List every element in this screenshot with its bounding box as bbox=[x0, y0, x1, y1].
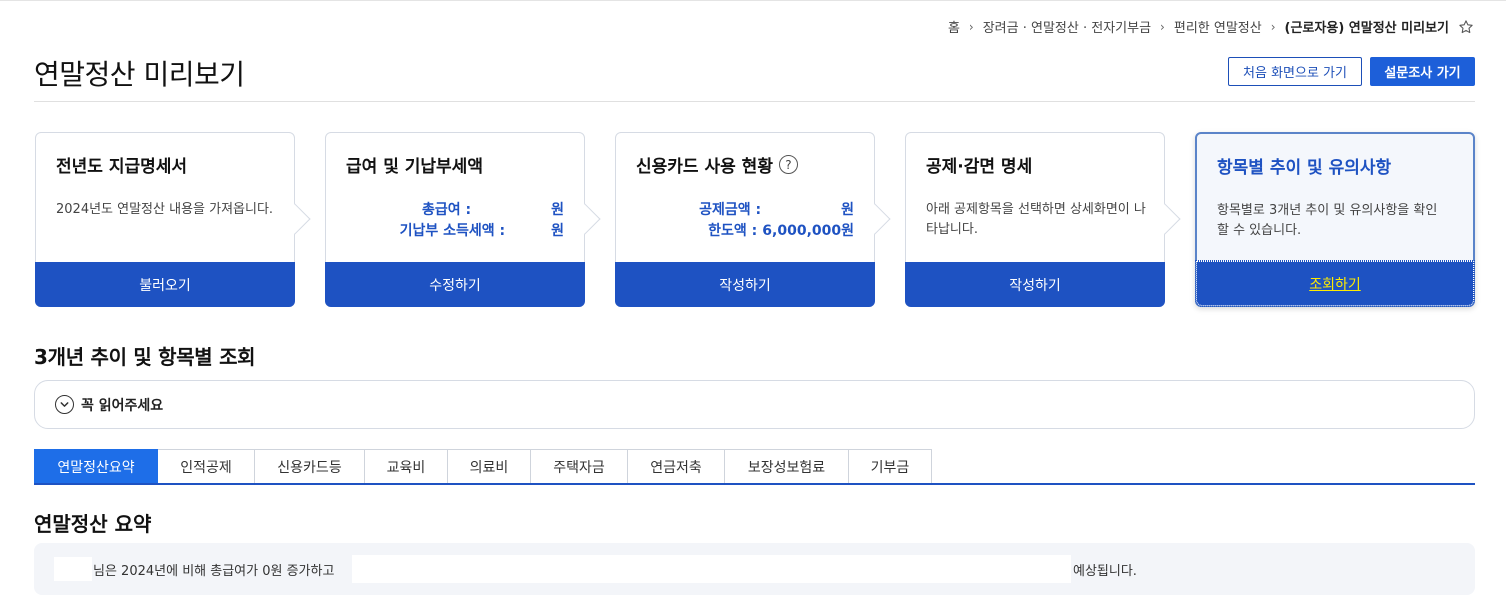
step-arrow-icon bbox=[279, 203, 311, 235]
tab-personal-deduction[interactable]: 인적공제 bbox=[158, 449, 255, 484]
write-button[interactable]: 작성하기 bbox=[905, 262, 1165, 307]
breadcrumb-item-easy-settlement[interactable]: 편리한 연말정산 bbox=[1174, 17, 1262, 36]
currency-unit: 원 bbox=[551, 202, 564, 218]
card-title-text: 신용카드 사용 현황 bbox=[636, 157, 773, 177]
masked-value bbox=[505, 223, 552, 240]
prepaid-tax-label: 기납부 소득세액 : bbox=[399, 223, 506, 239]
help-icon[interactable]: ? bbox=[778, 155, 798, 174]
masked-value bbox=[471, 202, 552, 219]
survey-button[interactable]: 설문조사 가기 bbox=[1370, 57, 1475, 86]
edit-button[interactable]: 수정하기 bbox=[325, 262, 585, 307]
category-tabs: 연말정산요약 인적공제 신용카드등 교육비 의료비 주택자금 연금저축 보장성보… bbox=[34, 449, 932, 484]
tab-underline bbox=[34, 483, 1475, 485]
chevron-down-icon bbox=[55, 395, 74, 414]
limit-value: 6,000,000원 bbox=[762, 223, 854, 239]
tab-pension-savings[interactable]: 연금저축 bbox=[628, 449, 725, 484]
tab-summary[interactable]: 연말정산요약 bbox=[34, 449, 158, 484]
tab-housing[interactable]: 주택자금 bbox=[531, 449, 628, 484]
card-description: 항목별로 3개년 추이 및 유의사항을 확인할 수 있습니다. bbox=[1217, 203, 1438, 238]
card-title: 급여 및 기납부세액 bbox=[346, 157, 483, 177]
top-border bbox=[0, 0, 1506, 3]
masked-detail bbox=[352, 555, 1071, 583]
breadcrumb-separator: › bbox=[1270, 19, 1276, 34]
inquiry-button-label: 조회하기 bbox=[1309, 276, 1361, 293]
step-card-salary: 급여 및 기납부세액 총급여 : 원 기납부 소득세액 : 원 수정하기 bbox=[325, 132, 601, 307]
tab-insurance[interactable]: 보장성보험료 bbox=[725, 449, 849, 484]
inquiry-button[interactable]: 조회하기 bbox=[1195, 260, 1475, 307]
go-home-button[interactable]: 처음 화면으로 가기 bbox=[1228, 57, 1362, 86]
load-button[interactable]: 불러오기 bbox=[35, 262, 295, 307]
step-arrow-icon bbox=[1149, 203, 1181, 235]
currency-unit: 원 bbox=[551, 223, 564, 239]
tab-education[interactable]: 교육비 bbox=[365, 449, 448, 484]
tab-donation[interactable]: 기부금 bbox=[849, 449, 932, 484]
currency-unit: 원 bbox=[841, 202, 854, 218]
card-description: 2024년도 연말정산 내용을 가져옵니다. bbox=[56, 202, 274, 217]
step-card-credit-card: 신용카드 사용 현황 ? 공제금액 : 원 한도액 : 6,000,000원 작… bbox=[615, 132, 891, 307]
step-card-prev-year: 전년도 지급명세서 2024년도 연말정산 내용을 가져옵니다. 불러오기 bbox=[35, 132, 311, 307]
step-card-deduction: 공제·감면 명세 아래 공제항목을 선택하면 상세화면이 나타납니다. 작성하기 bbox=[905, 132, 1181, 307]
masked-name bbox=[54, 557, 92, 581]
limit-label: 한도액 : bbox=[708, 223, 758, 239]
breadcrumb-item-incentive[interactable]: 장려금 · 연말정산 · 전자기부금 bbox=[983, 17, 1151, 36]
step-arrow-icon bbox=[859, 203, 891, 235]
credit-card-values: 공제금액 : 원 한도액 : 6,000,000원 bbox=[699, 200, 854, 242]
card-title: 항목별 추이 및 유의사항 bbox=[1217, 158, 1392, 178]
step-card-trends: 항목별 추이 및 유의사항 항목별로 3개년 추이 및 유의사항을 확인할 수 … bbox=[1195, 132, 1475, 307]
card-title: 전년도 지급명세서 bbox=[56, 157, 188, 177]
summary-title: 연말정산 요약 bbox=[34, 512, 152, 536]
salary-values: 총급여 : 원 기납부 소득세액 : 원 bbox=[400, 200, 564, 242]
breadcrumb-separator: › bbox=[968, 19, 974, 34]
deduction-amount-label: 공제금액 : bbox=[699, 202, 762, 218]
masked-value bbox=[761, 202, 842, 219]
tab-medical[interactable]: 의료비 bbox=[448, 449, 531, 484]
summary-box: 님은 2024년에 비해 총급여가 0원 증가하고 예상됩니다. bbox=[34, 543, 1475, 595]
summary-text-1: 님은 2024년에 비해 총급여가 0원 증가하고 bbox=[93, 564, 335, 579]
breadcrumb: 홈 › 장려금 · 연말정산 · 전자기부금 › 편리한 연말정산 › (근로자… bbox=[948, 17, 1474, 36]
star-icon[interactable] bbox=[1458, 19, 1474, 35]
breadcrumb-separator: › bbox=[1160, 19, 1165, 34]
step-arrow-icon bbox=[569, 203, 601, 235]
page-title: 연말정산 미리보기 bbox=[34, 58, 245, 91]
breadcrumb-home[interactable]: 홈 bbox=[948, 17, 960, 36]
notice-accordion[interactable]: 꼭 읽어주세요 bbox=[34, 380, 1475, 429]
summary-text-2: 예상됩니다. bbox=[1073, 564, 1137, 579]
section-title: 3개년 추이 및 항목별 조회 bbox=[34, 345, 256, 369]
title-divider bbox=[34, 101, 1475, 102]
card-title: 신용카드 사용 현황 ? bbox=[636, 152, 798, 177]
total-salary-label: 총급여 : bbox=[421, 202, 472, 218]
notice-label: 꼭 읽어주세요 bbox=[81, 397, 164, 414]
breadcrumb-current: (근로자용) 연말정산 미리보기 bbox=[1284, 21, 1449, 36]
tab-credit-card[interactable]: 신용카드등 bbox=[255, 449, 365, 484]
card-description: 아래 공제항목을 선택하면 상세화면이 나타납니다. bbox=[926, 202, 1146, 237]
write-button[interactable]: 작성하기 bbox=[615, 262, 875, 307]
card-title: 공제·감면 명세 bbox=[926, 157, 1033, 177]
